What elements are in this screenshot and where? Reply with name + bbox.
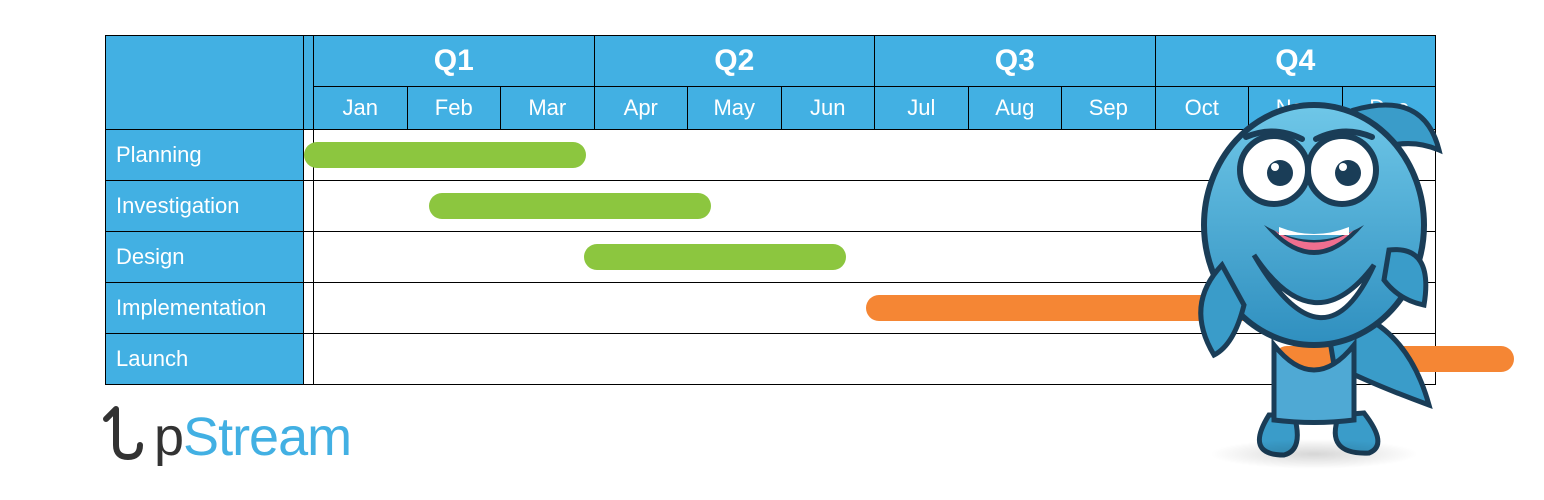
quarter-header: Q1: [314, 36, 595, 87]
header-gap: [304, 36, 314, 130]
task-label: Investigation: [106, 181, 304, 232]
task-label: Design: [106, 232, 304, 283]
gantt-bar-planning: [304, 142, 586, 168]
month-header: Jun: [781, 87, 875, 130]
month-header: May: [688, 87, 782, 130]
month-header: Jan: [314, 87, 408, 130]
quarter-header: Q2: [594, 36, 875, 87]
quarter-header: Q3: [875, 36, 1156, 87]
gantt-bar-design: [584, 244, 846, 270]
gantt-bar-investigation: [429, 193, 711, 219]
task-label: Launch: [106, 334, 304, 385]
month-header: Sep: [1062, 87, 1156, 130]
month-header: Jul: [875, 87, 969, 130]
month-header: Mar: [501, 87, 595, 130]
upstream-logo: pStream: [100, 405, 351, 476]
up-arrow-icon: [100, 405, 158, 476]
fish-mascot-icon: [1174, 55, 1454, 475]
month-header: Aug: [968, 87, 1062, 130]
task-label: Planning: [106, 130, 304, 181]
month-header: Apr: [594, 87, 688, 130]
month-header: Feb: [407, 87, 501, 130]
task-label: Implementation: [106, 283, 304, 334]
header-corner: [106, 36, 304, 130]
logo-text-stream: Stream: [183, 407, 351, 467]
logo-text-up: p: [154, 407, 183, 467]
